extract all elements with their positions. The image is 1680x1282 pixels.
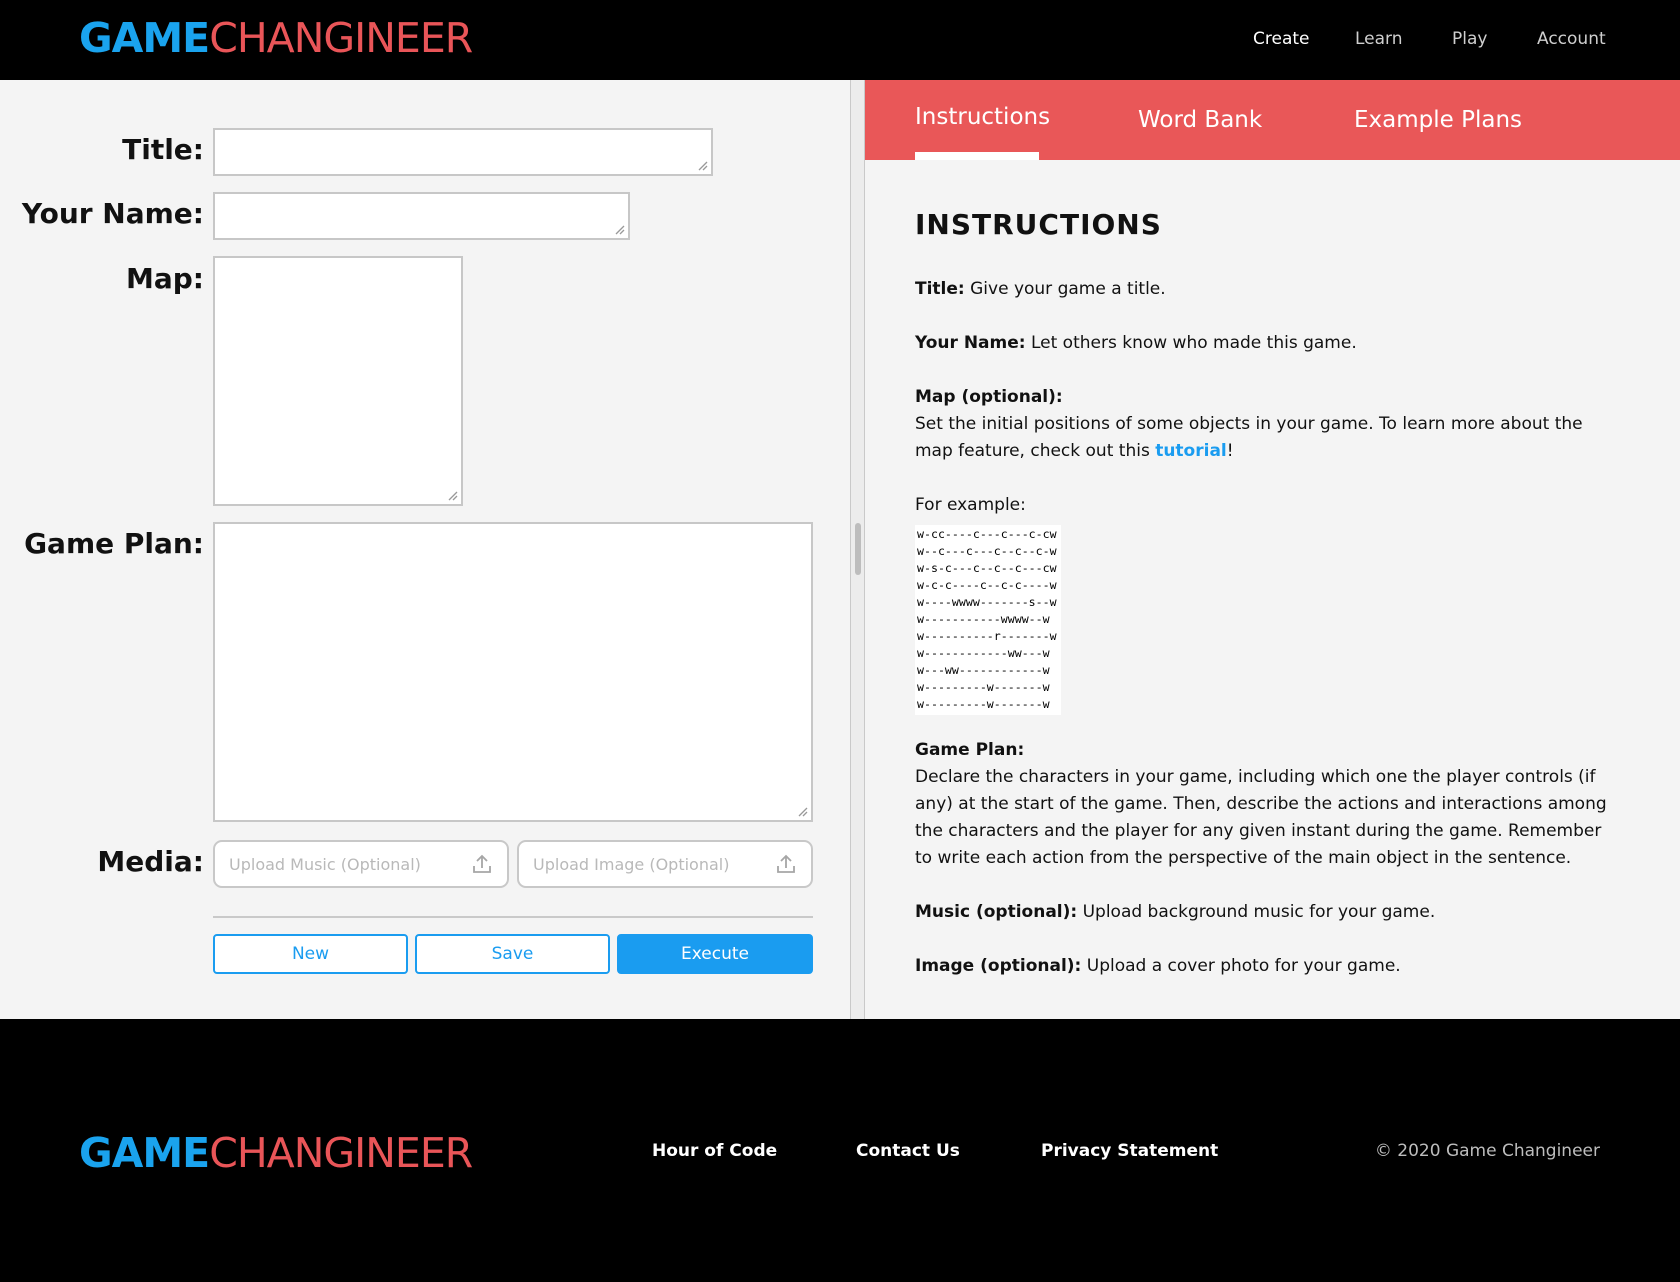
upload-icon[interactable]: [775, 853, 797, 875]
footer-logo-changineer: CHANGINEER: [209, 1129, 473, 1177]
map-line: w-----------wwww--w: [917, 612, 1050, 626]
name-desc: Let others know who made this game.: [1025, 333, 1357, 353]
image-instruction: Image (optional): Upload a cover photo f…: [915, 953, 1615, 980]
footer-link-privacy[interactable]: Privacy Statement: [1041, 1141, 1218, 1161]
footer-link-contact-us[interactable]: Contact Us: [856, 1141, 960, 1161]
splitter-grip[interactable]: [855, 523, 861, 575]
upload-music-placeholder: Upload Music (Optional): [229, 855, 421, 874]
map-line: w---------w-------w: [917, 697, 1050, 711]
plan-desc: Declare the characters in your game, inc…: [915, 767, 1607, 868]
execute-button[interactable]: Execute: [617, 934, 813, 974]
tab-word-bank[interactable]: Word Bank: [1138, 107, 1262, 133]
form-divider: [213, 916, 813, 918]
music-desc: Upload background music for your game.: [1077, 902, 1436, 922]
title-input[interactable]: [213, 128, 713, 176]
panel-splitter[interactable]: [850, 80, 865, 1019]
tab-example-plans[interactable]: Example Plans: [1354, 107, 1522, 133]
game-form: Title: Your Name: Map: Game Plan: Media:…: [0, 80, 850, 1019]
new-button[interactable]: New: [213, 934, 408, 974]
name-instruction: Your Name: Let others know who made this…: [915, 330, 1615, 357]
map-line: w-cc----c---c---c-cw: [917, 527, 1057, 541]
active-tab-indicator: [915, 152, 1039, 160]
image-term: Image (optional):: [915, 956, 1082, 976]
logo-changineer: CHANGINEER: [209, 14, 473, 62]
upload-image-field[interactable]: Upload Image (Optional): [517, 840, 813, 888]
upload-icon[interactable]: [471, 853, 493, 875]
plan-label: Game Plan:: [24, 527, 204, 560]
footer-logo[interactable]: GAMECHANGINEER: [79, 1129, 473, 1177]
map-line: w--c---c---c--c--c-w: [917, 544, 1057, 558]
name-label: Your Name:: [21, 197, 204, 230]
map-line: w-s-c---c--c--c---cw: [917, 561, 1057, 575]
instructions-heading: INSTRUCTIONS: [915, 208, 1162, 241]
image-desc: Upload a cover photo for your game.: [1081, 956, 1401, 976]
music-term: Music (optional):: [915, 902, 1078, 922]
title-term: Title:: [915, 279, 965, 299]
plan-instruction: Game Plan: Declare the characters in your…: [915, 737, 1615, 872]
music-instruction: Music (optional): Upload background musi…: [915, 899, 1615, 926]
help-tabs: Instructions Word Bank Example Plans: [865, 80, 1680, 160]
map-desc: Set the initial positions of some object…: [915, 414, 1583, 461]
nav-learn[interactable]: Learn: [1355, 29, 1403, 49]
footer-logo-game: GAME: [79, 1129, 210, 1177]
map-line: w---ww------------w: [917, 663, 1050, 677]
map-line: w----wwww-------s--w: [917, 595, 1057, 609]
map-after: !: [1226, 441, 1234, 461]
game-plan-input[interactable]: [213, 522, 813, 822]
tutorial-link[interactable]: tutorial: [1155, 441, 1227, 461]
map-term: Map (optional):: [915, 387, 1063, 407]
footer-link-hour-of-code[interactable]: Hour of Code: [652, 1141, 777, 1161]
upload-image-placeholder: Upload Image (Optional): [533, 855, 730, 874]
resize-handle-icon[interactable]: [613, 223, 625, 235]
editor-area: Title: Your Name: Map: Game Plan: Media:…: [0, 80, 1680, 1019]
save-button[interactable]: Save: [415, 934, 610, 974]
nav-create[interactable]: Create: [1253, 29, 1310, 49]
instructions-content: INSTRUCTIONS Title: Give your game a tit…: [915, 208, 1615, 1007]
resize-handle-icon[interactable]: [446, 489, 458, 501]
resize-handle-icon[interactable]: [796, 805, 808, 817]
map-line: w---------w-------w: [917, 680, 1050, 694]
map-line: w------------ww---w: [917, 646, 1050, 660]
help-panel: Instructions Word Bank Example Plans INS…: [865, 80, 1680, 1019]
site-footer: GAMECHANGINEER Hour of Code Contact Us P…: [0, 1019, 1680, 1282]
site-header: GAMECHANGINEER Create Learn Play Account: [0, 0, 1680, 80]
nav-play[interactable]: Play: [1452, 29, 1487, 49]
upload-music-field[interactable]: Upload Music (Optional): [213, 840, 509, 888]
map-line: w----------r-------w: [917, 629, 1057, 643]
tab-instructions[interactable]: Instructions: [915, 104, 1050, 130]
copyright: © 2020 Game Changineer: [1374, 1141, 1600, 1161]
plan-term: Game Plan:: [915, 740, 1025, 760]
name-input[interactable]: [213, 192, 630, 240]
name-term: Your Name:: [915, 333, 1026, 353]
map-line: w-c-c----c--c-c----w: [917, 578, 1057, 592]
map-example: w-cc----c---c---c-cw w--c---c---c--c--c-…: [915, 525, 1061, 715]
resize-handle-icon[interactable]: [696, 159, 708, 171]
logo-game: GAME: [79, 14, 210, 62]
title-instruction: Title: Give your game a title.: [915, 276, 1615, 303]
map-label: Map:: [126, 262, 204, 295]
map-input[interactable]: [213, 256, 463, 506]
map-instruction: Map (optional): Set the initial positions…: [915, 384, 1615, 465]
title-desc: Give your game a title.: [964, 279, 1166, 299]
nav-account[interactable]: Account: [1537, 29, 1606, 49]
title-label: Title:: [122, 133, 204, 166]
media-label: Media:: [97, 845, 204, 878]
example-label: For example:: [915, 495, 1026, 515]
site-logo[interactable]: GAMECHANGINEER: [79, 14, 473, 62]
